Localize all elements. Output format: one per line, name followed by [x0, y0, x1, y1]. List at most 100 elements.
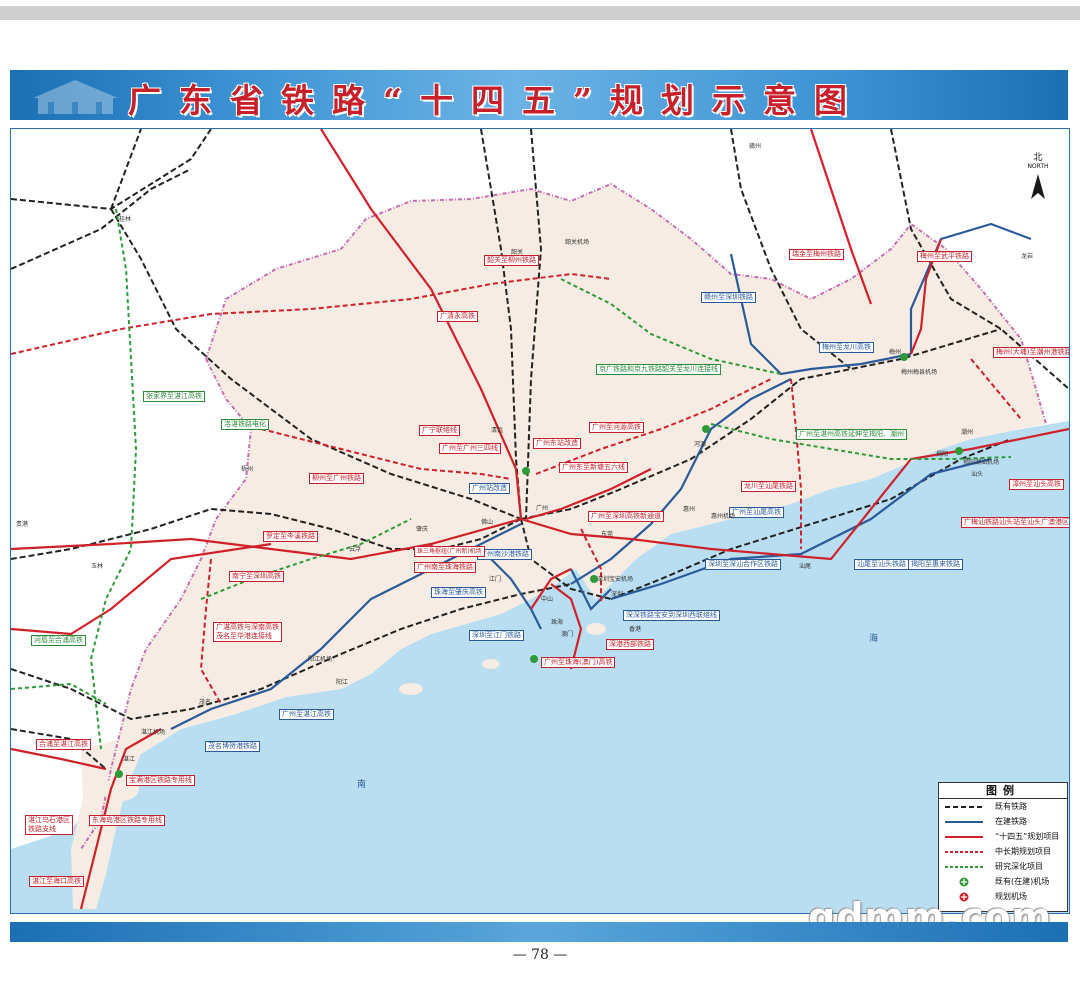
label-zhanjiang-wushi[interactable]: 湛江乌石港区 铁路支线 — [25, 815, 73, 835]
label-shenzhen-west[interactable]: 深港西部铁路 — [606, 639, 654, 650]
city-guangzhou[interactable]: 广州 — [536, 503, 548, 512]
sea-label-sea: 海 — [869, 634, 879, 644]
city-yulin[interactable]: 玉林 — [91, 561, 103, 570]
city-maoming[interactable]: 茂名 — [199, 697, 211, 706]
label-shaoguan-liuzhou[interactable]: 韶关至柳州铁路 — [484, 255, 539, 266]
city-guilin[interactable]: 桂林 — [119, 214, 131, 223]
label-guangzhou-shanwei[interactable]: 广州至汕尾高铁 — [729, 507, 784, 518]
existing-railway-symbol — [945, 806, 983, 808]
city-meizhou[interactable]: 梅州 — [889, 347, 901, 356]
city-jiangmen[interactable]: 江门 — [489, 574, 501, 583]
city-dongguan[interactable]: 东莞 — [601, 529, 613, 538]
label-nanning-zhenjiang[interactable]: 南宁至深圳高铁 — [229, 571, 284, 582]
bottom-banner — [10, 922, 1068, 942]
building-icon — [33, 80, 118, 114]
label-guangzhou-xintang[interactable]: 广州东至新塘五六线 — [559, 462, 628, 473]
city-heyuan[interactable]: 河源 — [694, 439, 706, 448]
label-liuzhou-guangzhou[interactable]: 柳州至广州铁路 — [309, 473, 364, 484]
city-chaozhou[interactable]: 潮州 — [961, 427, 973, 436]
longterm-railway-symbol — [945, 851, 983, 853]
map-area[interactable]: 韶关至柳州铁路 广清永高铁 梅州至武平铁路 瑞金至梅州铁路 赣州至深圳铁路 梅州… — [10, 128, 1070, 914]
sea-label-south: 南 — [357, 780, 367, 790]
label-guangzhou-station[interactable]: 广州站改造 — [469, 483, 510, 494]
city-shaoguan[interactable]: 韶关 — [511, 247, 523, 256]
city-wuzhou[interactable]: 梧州 — [241, 464, 253, 473]
label-jieyang-huilai[interactable]: 揭阳至惠来铁路 — [908, 559, 963, 570]
label-guangning-link[interactable]: 广宁联络线 — [419, 425, 460, 436]
city-qingyuan[interactable]: 清远 — [491, 425, 503, 434]
label-shenzhen-shanwei[interactable]: 深圳至深汕合作区铁路 — [705, 559, 781, 570]
label-guangzhou-dongzhan[interactable]: 广州东站改造 — [533, 438, 581, 449]
airport-huizhou[interactable]: 惠州机场 — [711, 511, 735, 520]
label-longchuan-shanwei[interactable]: 龙川至汕尾铁路 — [741, 481, 796, 492]
label-guangzhou-heyuan[interactable]: 广州至河源高铁 — [589, 422, 644, 433]
label-maoming-bohe[interactable]: 茂名博贺港铁路 — [205, 741, 260, 752]
city-zhanjiang[interactable]: 湛江 — [123, 754, 135, 763]
airport-yangjiang[interactable]: 阳江机场 — [308, 654, 332, 663]
label-shenzhen-jiangmen[interactable]: 深圳至江门铁路 — [469, 630, 524, 641]
label-baoman-port[interactable]: 宝满港区铁路专用线 — [126, 775, 195, 786]
city-foshan[interactable]: 佛山 — [481, 517, 493, 526]
city-zhaoqing[interactable]: 肇庆 — [416, 524, 428, 533]
label-meizhou-chaozhou[interactable]: 梅州(大埔)至潮州港铁路 — [993, 347, 1069, 358]
label-guangmeishan[interactable]: 广梅汕铁路汕头站至汕头广澳港区铁路 — [961, 517, 1069, 528]
island — [399, 683, 423, 695]
label-luoding-cenxi[interactable]: 罗定至岑溪铁路 — [263, 531, 318, 542]
airport-shaoguan[interactable]: 韶关机场 — [565, 237, 589, 246]
label-guangzhou-zhuhai-gold[interactable]: 广州南至珠海铁路 — [414, 562, 476, 573]
city-yangjiang[interactable]: 阳江 — [336, 677, 348, 686]
map-svg — [11, 129, 1069, 913]
label-shenzhen-airport[interactable]: 深深铁路宝安到深圳西联络线 — [623, 610, 720, 621]
airport-zhanjiang[interactable]: 湛江机场 — [141, 727, 165, 736]
compass-north-en: NORTH — [1027, 163, 1049, 170]
city-shenzhen[interactable]: 深圳 — [611, 589, 623, 598]
label-guangzhou-jieyang[interactable]: 广州至湛州高铁延伸至揭阳、潮州 — [796, 429, 907, 440]
label-guangzhou-zhanjiang[interactable]: 广州至湛江高铁 — [279, 709, 334, 720]
city-hongkong[interactable]: 香港 — [629, 624, 641, 633]
city-macau[interactable]: 澳门 — [561, 629, 573, 638]
city-jieyang[interactable]: 揭阳 — [936, 449, 948, 458]
label-guangzhou-sanjiang[interactable]: 广州至广州三四线 — [439, 443, 501, 454]
compass: 北 NORTH — [1018, 150, 1058, 170]
airport-meixian[interactable]: 梅州梅县机场 — [901, 367, 937, 376]
city-shanwei[interactable]: 汕尾 — [799, 561, 811, 570]
city-huizhou[interactable]: 惠州 — [683, 504, 695, 513]
city-zhuhai[interactable]: 珠海 — [551, 617, 563, 626]
city-ganzhou[interactable]: 赣州 — [749, 141, 761, 150]
label-guangzhou-shenzhen-new[interactable]: 广州至深圳高铁新通道 — [588, 511, 664, 522]
legend-existing: 既有铁路 — [939, 799, 1067, 814]
legend-construction: 在建铁路 — [939, 814, 1067, 829]
city-guigang[interactable]: 贵港 — [16, 519, 28, 528]
label-guangqing-yong[interactable]: 广清永高铁 — [437, 311, 478, 322]
label-guangzhou-zhaoqing[interactable]: 广州南沙港铁路 — [477, 549, 532, 560]
plan14-railway-symbol — [945, 836, 983, 838]
label-jingjiu-ganshao[interactable]: 京广铁路和京九铁路韶关至龙川连接线 — [596, 364, 721, 375]
legend-research: 研究深化项目 — [939, 859, 1067, 874]
label-shanwei-shantou[interactable]: 汕尾至汕头铁路 — [854, 559, 909, 570]
label-zhangzhou-shantou[interactable]: 漳州至汕头高铁 — [1009, 479, 1064, 490]
airport-existing-icon — [959, 877, 969, 887]
label-donghaidao[interactable]: 东海岛港区铁路专用线 — [89, 815, 165, 826]
label-meizhou-longchuan[interactable]: 梅州至龙川高铁 — [819, 342, 874, 353]
top-gray-bar — [0, 6, 1080, 20]
label-ruijin-meizhou[interactable]: 瑞金至梅州铁路 — [789, 249, 844, 260]
airport-jieyang[interactable]: 揭阳潮汕机场 — [963, 457, 999, 466]
label-ganzhou-shenzhen[interactable]: 赣州至深圳铁路 — [701, 292, 756, 303]
label-zhanghe-zhanjiang[interactable]: 张家界至湛江高铁 — [143, 391, 205, 402]
city-zhongshan[interactable]: 中山 — [541, 594, 553, 603]
label-hechuan-yulin[interactable]: 河唇至合浦高铁 — [31, 635, 86, 646]
label-foshan-airport[interactable]: 珠三角枢纽(广州新)机场 — [414, 546, 485, 557]
label-meizhou-wuping[interactable]: 梅州至武平铁路 — [917, 251, 972, 262]
label-gaozhou-maoming[interactable]: 广湛高铁与深南高铁 茂名至华港连接线 — [213, 622, 282, 642]
city-shantou[interactable]: 汕头 — [971, 469, 983, 478]
label-guangzhou-zhuhai-macau[interactable]: 广州至珠海(澳门)高铁 — [541, 657, 616, 668]
construction-railway-symbol — [945, 821, 983, 823]
label-luozhan-elec[interactable]: 洛湛铁路电化 — [221, 419, 269, 430]
legend-title: 图例 — [939, 783, 1067, 799]
city-yunfu[interactable]: 云浮 — [349, 544, 361, 553]
airport-shenzhen[interactable]: 深圳宝安机场 — [597, 574, 633, 583]
label-hepu-zhanjiang[interactable]: 合浦至湛江高铁 — [36, 739, 91, 750]
city-longyan[interactable]: 龙岩 — [1021, 251, 1033, 260]
label-zhanjiang-haikou[interactable]: 湛江至海口高铁 — [29, 876, 84, 887]
label-zhuhai-zhaoqing[interactable]: 珠海至肇庆高铁 — [431, 587, 486, 598]
